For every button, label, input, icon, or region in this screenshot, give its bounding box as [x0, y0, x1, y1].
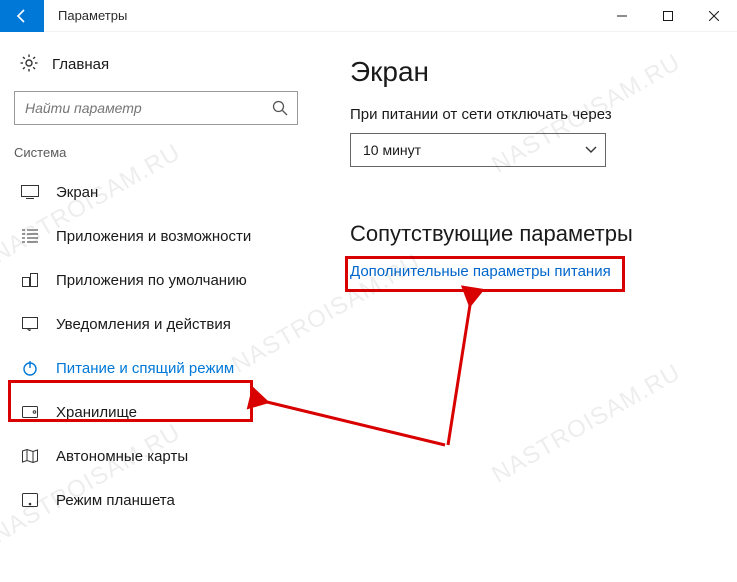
maximize-button[interactable]	[645, 0, 691, 32]
sidebar-item-offline-maps[interactable]: Автономные карты	[0, 434, 320, 478]
minimize-icon	[617, 11, 627, 21]
sidebar-item-label: Питание и спящий режим	[56, 360, 234, 377]
content-area: Главная Система Экран Приложения и возмо…	[0, 32, 737, 582]
maximize-icon	[663, 11, 673, 21]
titlebar: Параметры	[0, 0, 737, 32]
sidebar-item-apps[interactable]: Приложения и возможности	[0, 214, 320, 258]
related-heading: Сопутствующие параметры	[350, 221, 737, 247]
sidebar-item-notifications[interactable]: Уведомления и действия	[0, 302, 320, 346]
search-icon	[263, 100, 297, 116]
arrow-left-icon	[14, 8, 30, 24]
defaults-icon	[20, 273, 40, 287]
sidebar-item-label: Автономные карты	[56, 448, 188, 465]
search-box[interactable]	[14, 91, 298, 125]
close-icon	[709, 11, 719, 21]
close-button[interactable]	[691, 0, 737, 32]
back-button[interactable]	[0, 0, 44, 32]
dropdown-value: 10 минут	[363, 142, 421, 158]
sidebar: Главная Система Экран Приложения и возмо…	[0, 32, 320, 582]
sidebar-item-label: Приложения по умолчанию	[56, 272, 247, 289]
timeout-dropdown[interactable]: 10 минут	[350, 133, 606, 167]
sidebar-item-label: Экран	[56, 184, 98, 201]
additional-power-settings-link[interactable]: Дополнительные параметры питания	[350, 263, 737, 280]
sidebar-item-tablet-mode[interactable]: Режим планшета	[0, 478, 320, 522]
sidebar-item-storage[interactable]: Хранилище	[0, 390, 320, 434]
sidebar-item-display[interactable]: Экран	[0, 170, 320, 214]
notifications-icon	[20, 317, 40, 331]
main-pane: Экран При питании от сети отключать чере…	[320, 32, 737, 582]
sidebar-item-label: Уведомления и действия	[56, 316, 231, 333]
tablet-icon	[20, 493, 40, 507]
gear-icon	[20, 54, 38, 75]
storage-icon	[20, 406, 40, 418]
sidebar-item-power-sleep[interactable]: Питание и спящий режим	[0, 346, 320, 390]
page-heading: Экран	[350, 56, 737, 88]
list-icon	[20, 229, 40, 243]
window-title: Параметры	[58, 8, 599, 23]
home-row[interactable]: Главная	[0, 50, 320, 91]
search-input[interactable]	[15, 100, 263, 116]
minimize-button[interactable]	[599, 0, 645, 32]
sidebar-item-label: Режим планшета	[56, 492, 175, 509]
home-label: Главная	[52, 56, 109, 73]
sidebar-item-label: Хранилище	[56, 404, 137, 421]
power-icon	[20, 360, 40, 376]
section-label: Система	[0, 139, 320, 170]
window-controls	[599, 0, 737, 32]
chevron-down-icon	[585, 146, 597, 154]
timeout-label: При питании от сети отключать через	[350, 106, 737, 123]
map-icon	[20, 449, 40, 463]
display-icon	[20, 185, 40, 199]
sidebar-item-default-apps[interactable]: Приложения по умолчанию	[0, 258, 320, 302]
sidebar-item-label: Приложения и возможности	[56, 228, 251, 245]
